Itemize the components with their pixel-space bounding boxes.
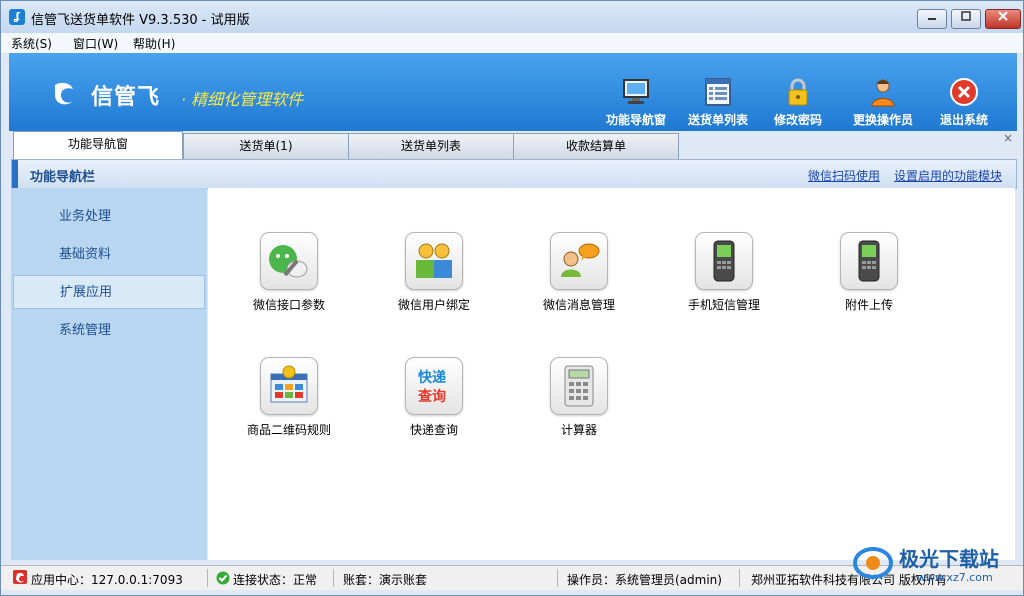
nav-header-title: 功能导航栏 <box>30 170 96 185</box>
express-query-icon: 快递 查询 <box>405 357 463 415</box>
qrcode-rule-icon <box>260 357 318 415</box>
function-wechat-config[interactable]: 微信接口参数 <box>234 232 344 313</box>
function-label: 微信接口参数 <box>252 298 325 312</box>
menu-system[interactable]: 系统(S) <box>11 35 52 52</box>
function-attachment-upload[interactable]: 附件上传 <box>814 232 924 313</box>
check-icon <box>216 571 230 585</box>
watermark-text: 极光下载站 <box>899 547 999 571</box>
function-label: 商品二维码规则 <box>246 423 331 437</box>
user-icon <box>868 77 898 107</box>
toolbar-label: 功能导航窗 <box>605 113 666 127</box>
status-divider <box>739 569 740 587</box>
menu-window[interactable]: 窗口(W) <box>73 35 118 52</box>
toolbar-exit-button[interactable]: 退出系统 <box>931 77 997 128</box>
toolbar-label: 退出系统 <box>939 113 988 127</box>
toolbar-delivery-list-button[interactable]: 送货单列表 <box>681 77 755 128</box>
status-divider <box>333 569 334 587</box>
sidebar-item-basic-data[interactable]: 基础资料 <box>13 238 205 272</box>
function-label: 计算器 <box>560 423 597 437</box>
function-express-query[interactable]: 快递 查询 快递查询 <box>379 357 489 438</box>
close-button[interactable] <box>985 9 1021 29</box>
wechat-scan-link[interactable]: 微信扫码使用 <box>808 167 880 184</box>
slogan: · 精细化管理软件 <box>181 90 304 109</box>
minimize-icon <box>928 18 936 20</box>
user-bind-icon <box>405 232 463 290</box>
tab-delivery-note[interactable]: 送货单(1) <box>183 133 349 159</box>
list-icon <box>703 77 733 107</box>
window-title: 信管飞送货单软件 V9.3.530 - 试用版 <box>31 13 250 28</box>
status-divider <box>207 569 208 587</box>
menu-help[interactable]: 帮助(H) <box>133 35 175 52</box>
maximize-button[interactable] <box>951 9 981 29</box>
status-divider <box>557 569 558 587</box>
sidebar-item-system-management[interactable]: 系统管理 <box>13 314 205 348</box>
function-grid: 微信接口参数 微信用户绑定 微信消息管理 手机短信管理 附件上传 商品二维码规则… <box>208 188 1015 560</box>
sidebar-item-extensions[interactable]: 扩展应用 <box>13 275 205 309</box>
toolbar-label: 修改密码 <box>773 113 822 127</box>
function-label: 微信用户绑定 <box>397 298 470 312</box>
sidebar: 业务处理 基础资料 扩展应用 系统管理 <box>11 188 207 560</box>
exit-icon <box>949 77 979 107</box>
tab-bar: 功能导航窗 送货单(1) 送货单列表 收款结算单 × <box>9 131 1017 159</box>
mobile-phone-icon <box>840 232 898 290</box>
logo-text: 信管飞 <box>91 85 161 110</box>
function-calculator[interactable]: 计算器 <box>524 357 634 438</box>
watermark: 极光下载站 www.xz7.com <box>851 541 1021 591</box>
express-icon-text-top: 快递 <box>418 370 446 386</box>
toolbar-nav-window-button[interactable]: 功能导航窗 <box>599 77 673 128</box>
calculator-icon <box>550 357 608 415</box>
menu-bar: 系统(S) 窗口(W) 帮助(H) <box>1 33 1023 53</box>
function-wechat-messages[interactable]: 微信消息管理 <box>524 232 634 313</box>
configure-modules-link[interactable]: 设置启用的功能模块 <box>894 167 1002 184</box>
logo-icon <box>55 82 73 105</box>
app-icon: ʆ <box>9 9 25 25</box>
app-center-icon <box>13 570 27 584</box>
function-sms-management[interactable]: 手机短信管理 <box>669 232 779 313</box>
toolbar-label: 送货单列表 <box>687 113 748 127</box>
nav-header: 功能导航栏 微信扫码使用 设置启用的功能模块 <box>11 159 1017 189</box>
status-account: 账套：演示账套 <box>343 573 428 587</box>
status-app-center: 应用中心：127.0.0.1:7093 <box>31 573 183 587</box>
message-icon <box>550 232 608 290</box>
lock-icon <box>783 77 813 107</box>
tab-delivery-list[interactable]: 送货单列表 <box>348 133 514 159</box>
toolbar-change-password-button[interactable]: 修改密码 <box>765 77 831 128</box>
toolbar-label: 更换操作员 <box>852 113 913 127</box>
function-label: 附件上传 <box>844 298 893 312</box>
banner: 信管飞 · 精细化管理软件 功能导航窗 送货单列表 修改密码 更换操作员 退出系… <box>9 53 1017 131</box>
status-operator: 操作员：系统管理员(admin) <box>567 573 722 587</box>
application-window: ʆ 信管飞送货单软件 V9.3.530 - 试用版 系统(S) 窗口(W) 帮助… <box>0 0 1024 596</box>
tab-close-icon[interactable]: × <box>1003 131 1013 145</box>
watermark-url: www.xz7.com <box>917 571 993 584</box>
tab-payment-settlement[interactable]: 收款结算单 <box>513 133 679 159</box>
title-bar: ʆ 信管飞送货单软件 V9.3.530 - 试用版 <box>1 1 1023 33</box>
sidebar-item-business[interactable]: 业务处理 <box>13 200 205 234</box>
toolbar-change-operator-button[interactable]: 更换操作员 <box>845 77 921 128</box>
function-label: 快递查询 <box>409 423 458 437</box>
watermark-logo-icon <box>853 547 893 579</box>
mobile-phone-icon <box>695 232 753 290</box>
express-icon-text-bottom: 查询 <box>418 389 446 405</box>
header-accent-bar <box>12 160 18 188</box>
function-label: 手机短信管理 <box>687 298 760 312</box>
function-wechat-user-bind[interactable]: 微信用户绑定 <box>379 232 489 313</box>
status-connection: 连接状态：正常 <box>233 573 318 587</box>
wechat-config-icon <box>260 232 318 290</box>
maximize-icon <box>961 11 971 21</box>
monitor-icon <box>621 77 651 107</box>
close-icon <box>998 11 1008 21</box>
minimize-button[interactable] <box>917 9 947 29</box>
function-qrcode-rules[interactable]: 商品二维码规则 <box>234 357 344 438</box>
tab-function-nav[interactable]: 功能导航窗 <box>13 131 183 159</box>
function-label: 微信消息管理 <box>542 298 615 312</box>
